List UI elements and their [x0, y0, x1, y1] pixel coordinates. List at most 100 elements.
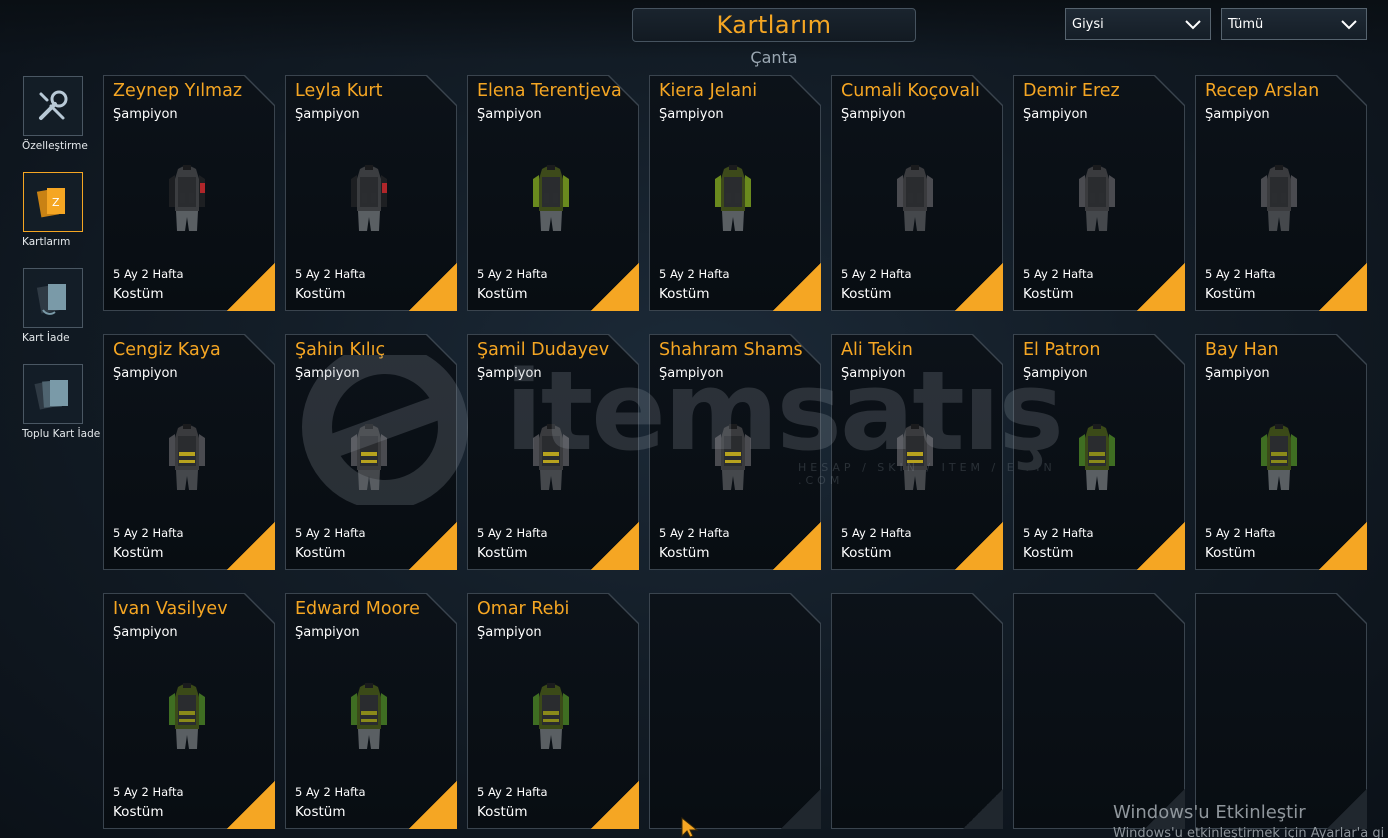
card-corner-accent	[429, 334, 457, 362]
card-duration: 5 Ay 2 Hafta	[295, 267, 366, 281]
card-corner-accent	[1339, 593, 1367, 621]
card-corner-accent	[1339, 75, 1367, 103]
scope-dropdown[interactable]: Tümü	[1221, 8, 1367, 40]
svg-text:Z: Z	[52, 196, 60, 209]
card-corner-accent	[1319, 263, 1367, 311]
outfit-card[interactable]: Leyla Kurt Şampiyon 5 Ay 2 Hafta Kostüm	[285, 75, 457, 311]
card-type: Kostüm	[113, 286, 164, 302]
outfit-card[interactable]: Bay Han Şampiyon 5 Ay 2 Hafta Kostüm	[1195, 334, 1367, 570]
outfit-card[interactable]: Ivan Vasilyev Şampiyon 5 Ay 2 Hafta Kost…	[103, 593, 275, 829]
sidebar-item-card-return[interactable]: Kart İade	[22, 268, 102, 344]
chevron-down-icon	[1341, 20, 1357, 30]
empty-card-slot	[1195, 593, 1367, 829]
outfit-card[interactable]: Şahin Kılıç Şampiyon 5 Ay 2 Hafta Kostüm	[285, 334, 457, 570]
card-character-name: Cengiz Kaya	[113, 340, 221, 360]
empty-card-slot	[1013, 593, 1185, 829]
card-type: Kostüm	[659, 545, 710, 561]
card-type: Kostüm	[1023, 286, 1074, 302]
card-corner-accent	[409, 263, 457, 311]
card-duration: 5 Ay 2 Hafta	[477, 526, 548, 540]
outfit-card[interactable]: Kiera Jelani Şampiyon 5 Ay 2 Hafta Kostü…	[649, 75, 821, 311]
card-rank: Şampiyon	[659, 107, 724, 122]
sidebar-label: Kart İade	[22, 332, 70, 344]
card-duration: 5 Ay 2 Hafta	[659, 267, 730, 281]
outfit-card[interactable]: Cengiz Kaya Şampiyon 5 Ay 2 Hafta Kostüm	[103, 334, 275, 570]
card-duration: 5 Ay 2 Hafta	[841, 526, 912, 540]
card-type: Kostüm	[477, 545, 528, 561]
card-type: Kostüm	[113, 545, 164, 561]
card-character-name: Ivan Vasilyev	[113, 599, 228, 619]
outfit-card[interactable]: Recep Arslan Şampiyon 5 Ay 2 Hafta Kostü…	[1195, 75, 1367, 311]
card-corner-accent	[955, 263, 1003, 311]
outfit-card[interactable]: El Patron Şampiyon 5 Ay 2 Hafta Kostüm	[1013, 334, 1185, 570]
card-rank: Şampiyon	[113, 366, 178, 381]
outfit-card[interactable]: Omar Rebi Şampiyon 5 Ay 2 Hafta Kostüm	[467, 593, 639, 829]
card-character-name: Şahin Kılıç	[295, 340, 386, 360]
card-rank: Şampiyon	[295, 625, 360, 640]
sidebar-button-my-cards[interactable]: Z	[23, 172, 83, 232]
sidebar-item-customization[interactable]: Özelleştirme	[22, 76, 102, 152]
card-corner-accent	[793, 75, 821, 103]
card-duration: 5 Ay 2 Hafta	[659, 526, 730, 540]
empty-card-slot	[649, 593, 821, 829]
card-corner-accent	[429, 593, 457, 621]
page-subtitle: Çanta	[750, 48, 798, 67]
outfit-card[interactable]: Shahram Shams Şampiyon 5 Ay 2 Hafta Kost…	[649, 334, 821, 570]
outfit-preview-image	[533, 424, 569, 490]
card-type: Kostüm	[477, 804, 528, 820]
card-corner-accent	[1157, 593, 1185, 621]
sidebar-button-bulk-card-return[interactable]	[23, 364, 83, 424]
card-corner-accent	[611, 593, 639, 621]
card-corner-accent	[963, 789, 1003, 829]
outfit-card[interactable]: Elena Terentjeva Şampiyon 5 Ay 2 Hafta K…	[467, 75, 639, 311]
card-duration: 5 Ay 2 Hafta	[113, 526, 184, 540]
card-rank: Şampiyon	[477, 625, 542, 640]
card-type: Kostüm	[1205, 286, 1256, 302]
card-corner-accent	[793, 593, 821, 621]
card-duration: 5 Ay 2 Hafta	[295, 526, 366, 540]
outfit-preview-image	[715, 424, 751, 490]
card-character-name: Demir Erez	[1023, 81, 1120, 101]
bulk-card-return-icon	[34, 380, 68, 410]
card-corner-accent	[975, 593, 1003, 621]
card-rank: Şampiyon	[113, 107, 178, 122]
card-corner-accent	[611, 334, 639, 362]
sidebar-item-my-cards[interactable]: Z Kartlarım	[22, 172, 102, 248]
outfit-card[interactable]: Ali Tekin Şampiyon 5 Ay 2 Hafta Kostüm	[831, 334, 1003, 570]
card-corner-accent	[955, 522, 1003, 570]
outfit-preview-image	[351, 165, 387, 231]
card-type: Kostüm	[1205, 545, 1256, 561]
card-duration: 5 Ay 2 Hafta	[1205, 267, 1276, 281]
outfit-card[interactable]: Cumali Koçovalı Şampiyon 5 Ay 2 Hafta Ko…	[831, 75, 1003, 311]
card-character-name: Ali Tekin	[841, 340, 913, 360]
chevron-down-icon	[1185, 20, 1201, 30]
sidebar-button-card-return[interactable]	[23, 268, 83, 328]
outfit-card[interactable]: Şamil Dudayev Şampiyon 5 Ay 2 Hafta Kost…	[467, 334, 639, 570]
card-corner-accent	[429, 75, 457, 103]
card-rank: Şampiyon	[841, 107, 906, 122]
outfit-card[interactable]: Demir Erez Şampiyon 5 Ay 2 Hafta Kostüm	[1013, 75, 1185, 311]
card-corner-accent	[1137, 263, 1185, 311]
card-type: Kostüm	[477, 286, 528, 302]
card-duration: 5 Ay 2 Hafta	[841, 267, 912, 281]
category-dropdown[interactable]: Giysi	[1065, 8, 1211, 40]
outfit-card[interactable]: Edward Moore Şampiyon 5 Ay 2 Hafta Kostü…	[285, 593, 457, 829]
card-corner-accent	[1157, 334, 1185, 362]
card-corner-accent	[227, 263, 275, 311]
card-corner-accent	[1327, 789, 1367, 829]
card-corner-accent	[247, 593, 275, 621]
sidebar-label: Toplu Kart İade	[22, 428, 101, 440]
scope-dropdown-value: Tümü	[1228, 16, 1264, 32]
card-type: Kostüm	[841, 286, 892, 302]
outfit-card[interactable]: Zeynep Yılmaz Şampiyon 5 Ay 2 Hafta Kost…	[103, 75, 275, 311]
category-dropdown-value: Giysi	[1072, 16, 1104, 32]
sidebar-button-customization[interactable]	[23, 76, 83, 136]
sidebar-item-bulk-card-return[interactable]: Toplu Kart İade	[22, 364, 102, 440]
card-rank: Şampiyon	[1205, 107, 1270, 122]
outfit-preview-image	[715, 165, 751, 231]
empty-card-slot	[831, 593, 1003, 829]
card-corner-accent	[409, 522, 457, 570]
card-corner-accent	[591, 781, 639, 829]
outfit-preview-image	[169, 683, 205, 749]
card-corner-accent	[781, 789, 821, 829]
